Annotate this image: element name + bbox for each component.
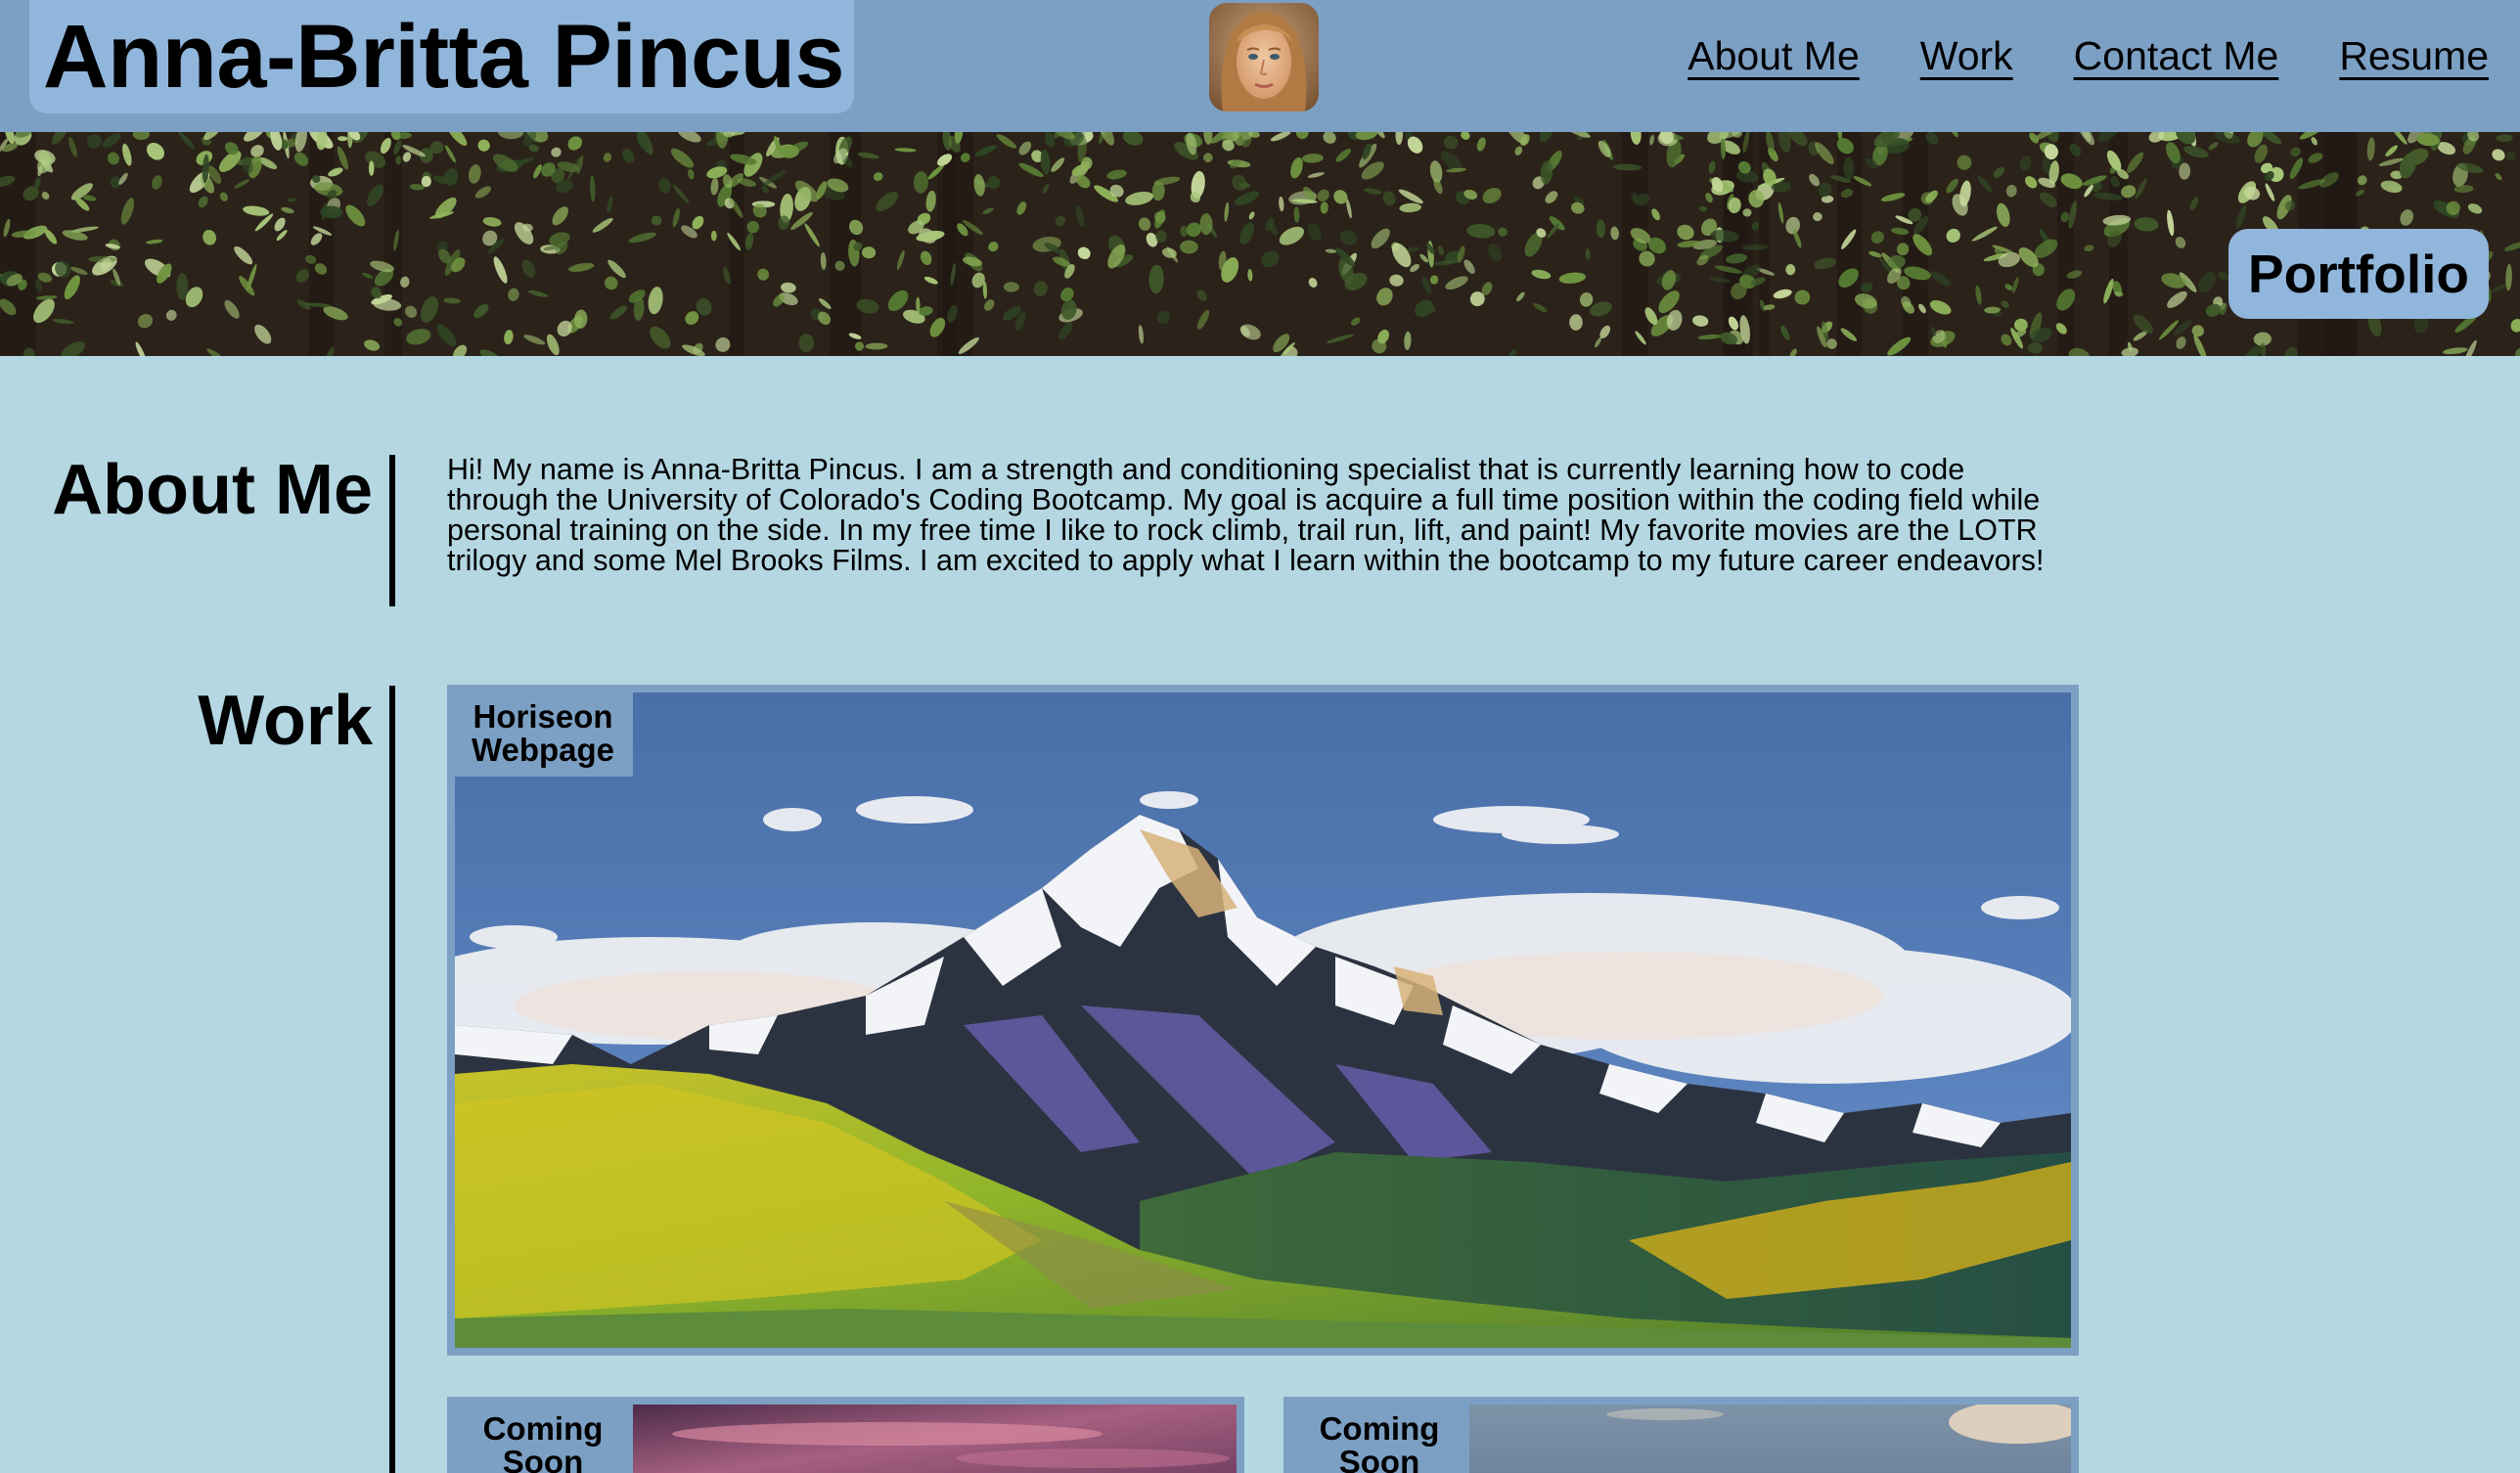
about-heading: About Me [52,451,373,529]
nav-link-about-me[interactable]: About Me [1688,33,1860,79]
site-title: Anna-Britta Pincus [43,7,845,107]
project-card-coming-soon-2[interactable]: Coming Soon [1283,1397,2079,1473]
project-title: Coming Soon [1319,1410,1440,1473]
profile-avatar [1209,3,1319,112]
project-card-featured[interactable]: Horiseon Webpage [447,685,2079,1356]
brand-box: Anna-Britta Pincus [29,0,854,113]
main-nav: About Me Work Contact Me Resume [1688,33,2489,79]
site-header: Anna-Britta Pincus About Me Work Contact… [0,0,2520,132]
nav-link-contact-me[interactable]: Contact Me [2074,33,2279,79]
project-card-coming-soon-1[interactable]: Coming Soon [447,1397,1244,1473]
work-heading: Work [198,682,373,760]
project-label: Coming Soon [1289,1403,1469,1473]
project-title: Horiseon Webpage [471,698,615,768]
project-thumbnail [1469,1405,2071,1473]
project-label: Horiseon Webpage [453,691,633,777]
nav-link-work[interactable]: Work [1920,33,2013,79]
project-label: Coming Soon [453,1403,633,1473]
nav-link-resume[interactable]: Resume [2339,33,2489,79]
hero-banner: Portfolio [0,132,2520,356]
work-divider [389,686,395,1473]
about-text: Hi! My name is Anna-Britta Pincus. I am … [447,453,2045,577]
project-thumbnail [633,1405,1237,1473]
about-divider [389,455,395,606]
hero-foliage-image [0,132,2520,356]
portfolio-badge: Portfolio [2228,229,2489,319]
project-thumbnail [455,692,2071,1348]
project-title: Coming Soon [482,1410,604,1473]
